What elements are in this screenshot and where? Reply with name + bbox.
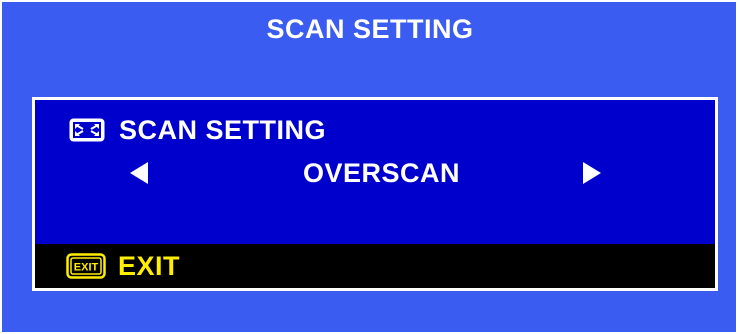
page-title: SCAN SETTING bbox=[266, 14, 474, 44]
scan-setting-icon bbox=[69, 118, 105, 142]
exit-label[interactable]: EXIT bbox=[118, 251, 180, 282]
exit-icon-text: EXIT bbox=[74, 262, 99, 274]
exit-bar[interactable]: EXIT EXIT bbox=[35, 244, 715, 288]
setting-label: SCAN SETTING bbox=[119, 114, 327, 145]
arrow-right-icon[interactable] bbox=[583, 162, 601, 184]
exit-icon[interactable]: EXIT bbox=[66, 253, 106, 279]
arrow-left-icon[interactable] bbox=[130, 162, 148, 184]
setting-header: SCAN SETTING bbox=[69, 114, 327, 145]
value-selector: OVERSCAN bbox=[35, 158, 715, 190]
osd-panel: SCAN SETTING OVERSCAN EXIT EXIT bbox=[32, 97, 718, 291]
scan-value: OVERSCAN bbox=[303, 158, 461, 188]
